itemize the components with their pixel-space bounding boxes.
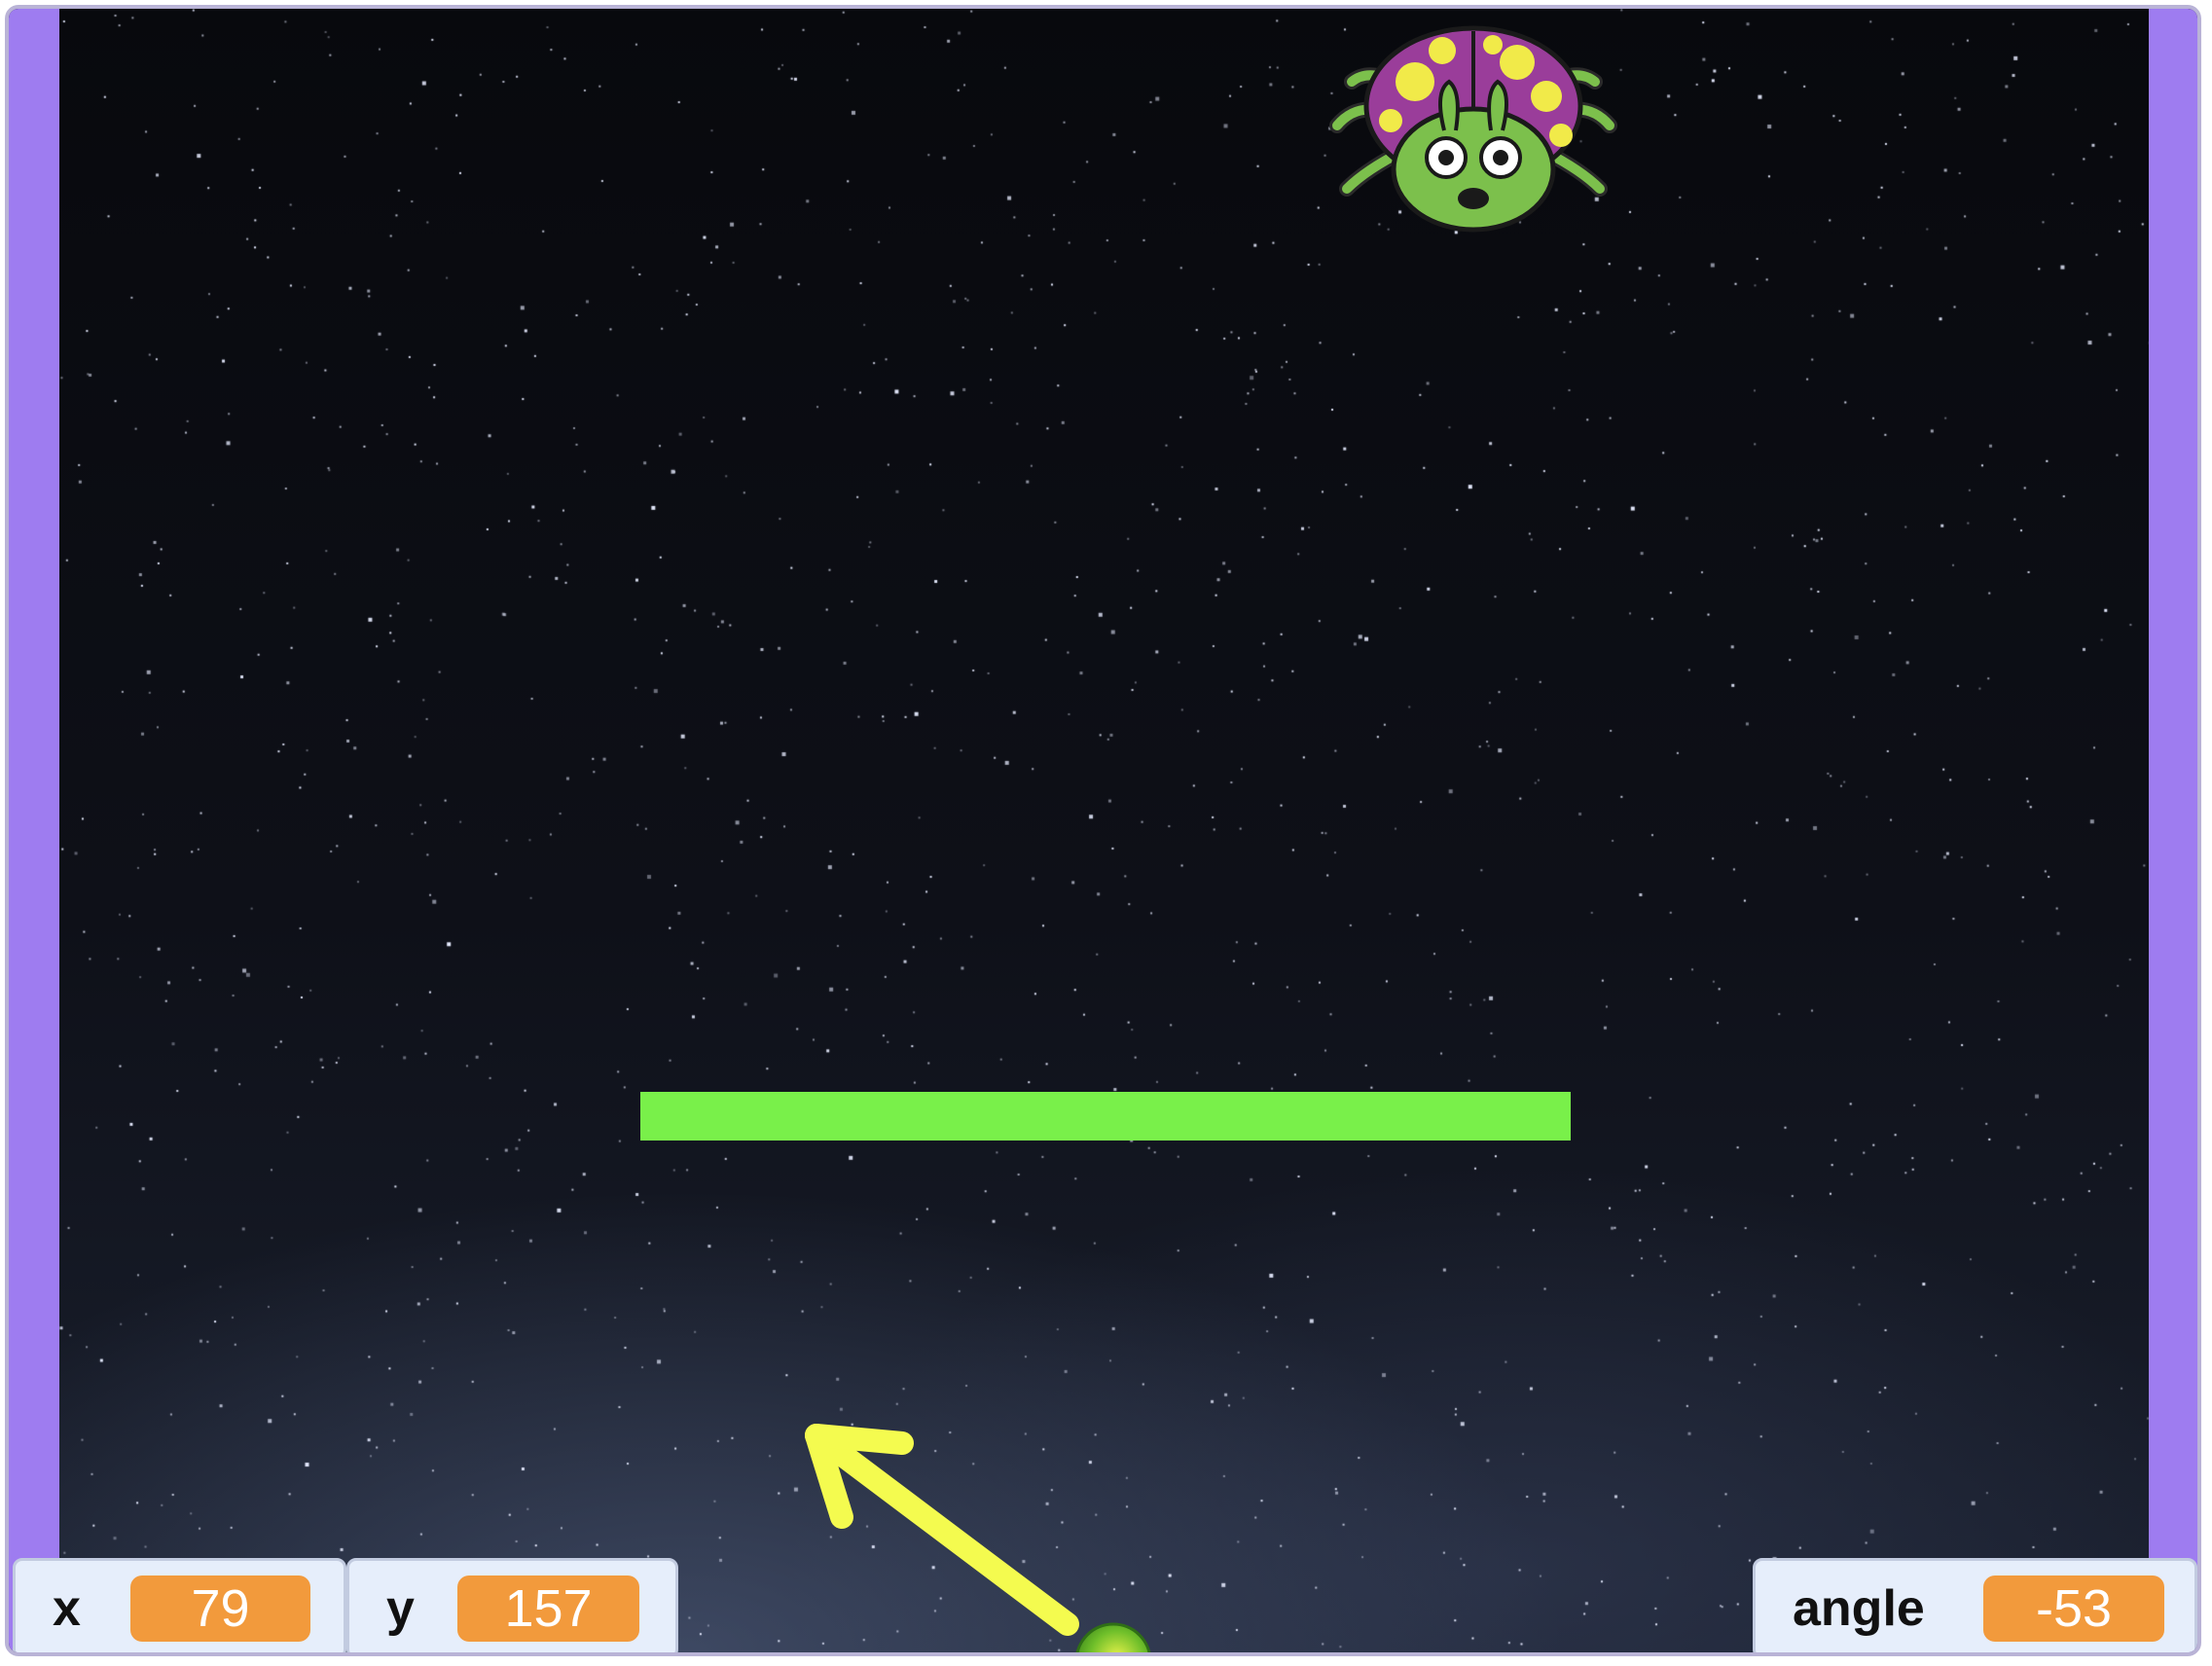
x-monitor-label: x (53, 1580, 81, 1637)
y-variable-monitor: y 157 (346, 1558, 678, 1652)
green-ball-sprite[interactable] (1071, 1614, 1159, 1656)
stage-left-border (9, 9, 59, 1652)
y-monitor-value: 157 (457, 1575, 639, 1642)
stage-right-border (2149, 9, 2197, 1652)
angle-variable-monitor: angle -53 (1753, 1558, 2197, 1652)
green-bar-sprite[interactable] (640, 1092, 1571, 1141)
x-variable-monitor: x 79 (13, 1558, 346, 1652)
angle-monitor-label: angle (1793, 1580, 1925, 1637)
game-stage[interactable]: x 79 y 157 angle -53 (5, 5, 2201, 1656)
yellow-arrow-sprite[interactable] (787, 1410, 1108, 1644)
x-monitor-value: 79 (130, 1575, 310, 1642)
y-monitor-label: y (386, 1580, 415, 1637)
spider-bug-sprite[interactable] (1298, 23, 1649, 237)
angle-monitor-value: -53 (1983, 1575, 2164, 1642)
